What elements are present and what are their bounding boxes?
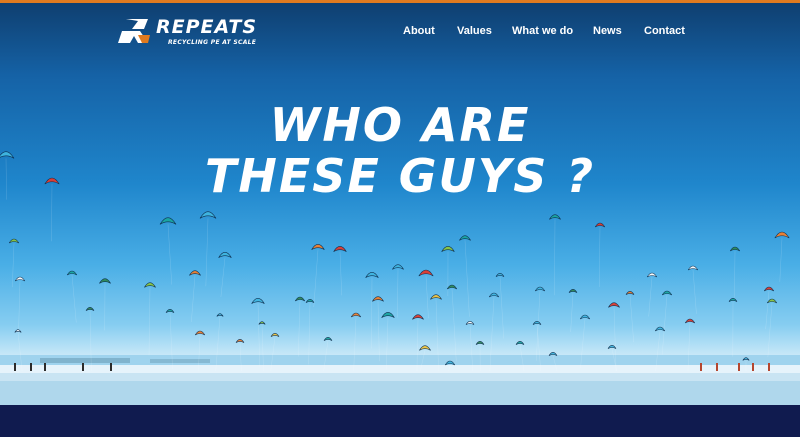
section-footer-band	[0, 405, 800, 437]
repeats-logo-icon	[118, 19, 150, 43]
nav-link-contact[interactable]: Contact	[644, 25, 685, 37]
nav-link-what-we-do[interactable]: What we do	[512, 25, 573, 37]
hero-headline-line1: WHO ARE	[269, 98, 531, 152]
hero-headline-line2: THESE GUYS ?	[204, 149, 596, 203]
kitesurf-beach-image	[0, 151, 800, 405]
brand-name: REPEATS	[156, 16, 258, 38]
nav-link-news[interactable]: News	[593, 25, 622, 37]
brand-tagline: RECYCLING PE AT SCALE	[168, 39, 257, 46]
nav-link-about[interactable]: About	[403, 25, 435, 37]
hero-banner: REPEATS RECYCLING PE AT SCALE About Valu…	[0, 3, 800, 405]
nav-link-values[interactable]: Values	[457, 25, 492, 37]
